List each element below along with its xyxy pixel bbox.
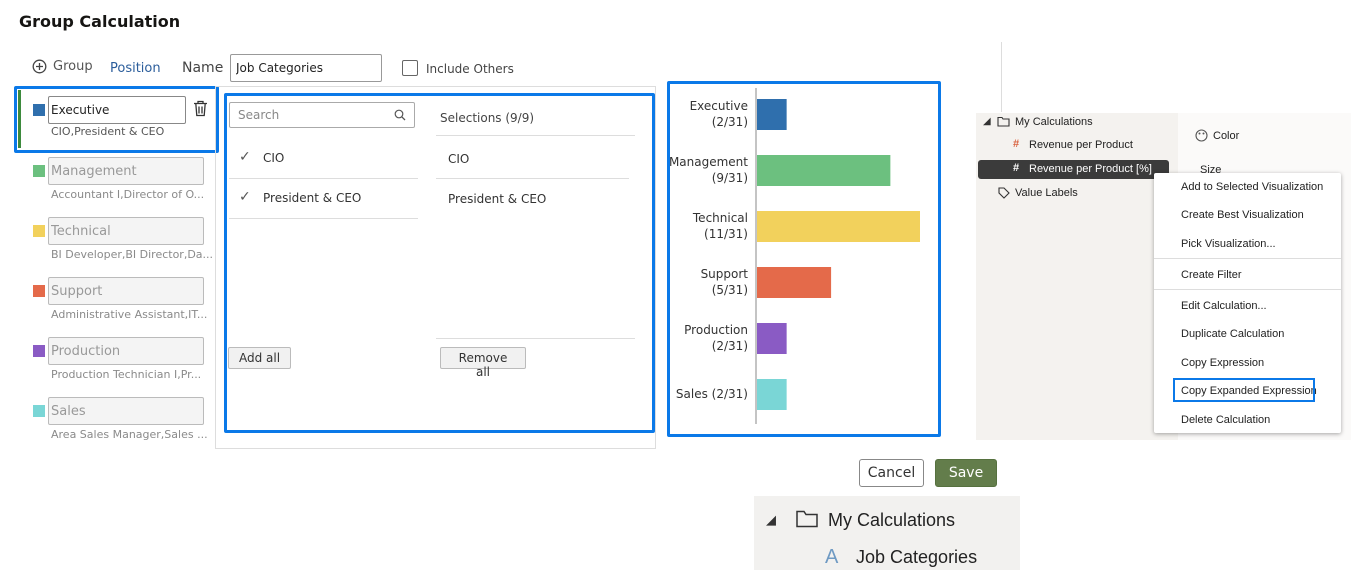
bar-chart: Executive (2/31) Management (9/31) Technical…: [670, 88, 920, 424]
category-label: (11/31): [704, 227, 748, 241]
divider: [436, 338, 635, 339]
option-label: President & CEO: [263, 191, 362, 205]
add-group-label: Group: [53, 59, 93, 74]
group-name-field[interactable]: [48, 157, 204, 185]
option-president-ceo[interactable]: ✓ President & CEO: [229, 179, 418, 219]
menu-item-highlight: [1173, 378, 1315, 402]
option-cio[interactable]: ✓ CIO: [229, 139, 418, 179]
selection-item[interactable]: President & CEO: [448, 192, 546, 206]
search-input[interactable]: Search: [229, 102, 415, 128]
group-name-field[interactable]: [48, 217, 204, 245]
category-label: (9/31): [712, 171, 748, 185]
name-label: Name: [182, 60, 224, 76]
group-color-swatch: [33, 285, 45, 297]
menu-item-delete[interactable]: Delete Calculation: [1181, 414, 1270, 426]
option-label: CIO: [263, 151, 285, 165]
attribute-icon: A: [825, 546, 839, 568]
save-button[interactable]: Save: [935, 459, 997, 487]
tree-item-revenue-per-product[interactable]: Revenue per Product: [1029, 139, 1133, 151]
search-icon: [394, 109, 406, 121]
menu-item-pick-viz[interactable]: Pick Visualization...: [1181, 238, 1276, 250]
group-members: CIO,President & CEO: [51, 125, 165, 138]
divider: [436, 178, 629, 179]
checkmark-icon: ✓: [239, 189, 251, 205]
remove-all-button[interactable]: Remove all: [440, 347, 526, 379]
dialog-title: Group Calculation: [19, 12, 181, 31]
group-color-swatch: [33, 345, 45, 357]
menu-item-edit-calculation[interactable]: Edit Calculation...: [1181, 300, 1267, 312]
category-label: Executive: [690, 99, 748, 113]
bar-5: [757, 379, 787, 410]
tree-item-revenue-per-product-pct[interactable]: Revenue per Product [%]: [1029, 163, 1152, 175]
group-members: Area Sales Manager,Sales ...: [51, 428, 208, 441]
folder-icon: [796, 510, 818, 528]
category-label: Management: [670, 155, 748, 169]
checkmark-icon: ✓: [239, 149, 251, 165]
group-name-field[interactable]: [48, 277, 204, 305]
category-label: (2/31): [712, 339, 748, 353]
selections-header: Selections (9/9): [440, 111, 535, 125]
collapse-triangle-icon[interactable]: ◢: [983, 116, 991, 127]
group-color-swatch: [33, 405, 45, 417]
group-members: BI Developer,BI Director,Da...: [51, 248, 214, 261]
category-label: (2/31): [712, 115, 748, 129]
group-name-field[interactable]: [48, 337, 204, 365]
group-name-field[interactable]: [48, 96, 186, 124]
menu-item-copy-expression[interactable]: Copy Expression: [1181, 357, 1264, 369]
bar-3: [757, 267, 832, 298]
group-preview-chart: Executive (2/31) Management (9/31) Technical…: [667, 81, 941, 437]
cancel-button[interactable]: Cancel: [859, 459, 924, 487]
group-color-swatch: [33, 165, 45, 177]
menu-item-add-to-selected[interactable]: Add to Selected Visualization: [1181, 181, 1323, 193]
menu-item-create-best-viz[interactable]: Create Best Visualization: [1181, 209, 1304, 221]
category-label: Production: [684, 323, 748, 337]
trash-icon[interactable]: [193, 100, 208, 121]
search-placeholder: Search: [238, 108, 280, 122]
category-label: Support: [701, 267, 749, 281]
tree-folder-my-calculations[interactable]: My Calculations: [1015, 116, 1093, 128]
bar-0: [757, 99, 787, 130]
category-label: Technical: [692, 211, 748, 225]
group-members: Administrative Assistant,IT...: [51, 308, 208, 321]
position-button[interactable]: Position: [110, 61, 161, 76]
group-color-swatch: [33, 104, 45, 116]
hash-icon: #: [1013, 138, 1020, 150]
menu-item-duplicate[interactable]: Duplicate Calculation: [1181, 328, 1284, 340]
selection-item[interactable]: CIO: [448, 152, 469, 166]
tree-folder-my-calculations[interactable]: My Calculations: [828, 510, 955, 531]
add-group-button[interactable]: Group: [32, 59, 93, 74]
bar-2: [757, 211, 920, 242]
group-members: Accountant I,Director of O...: [51, 188, 205, 201]
tree-item-value-labels[interactable]: Value Labels: [1015, 187, 1078, 199]
name-input[interactable]: [230, 54, 382, 82]
group-members: Production Technician I,Pr...: [51, 368, 202, 381]
category-label: Sales (2/31): [676, 387, 748, 401]
category-label: (5/31): [712, 283, 748, 297]
plus-circle-icon: [32, 59, 47, 74]
collapse-triangle-icon[interactable]: ◢: [766, 512, 776, 528]
group-name-field[interactable]: [48, 397, 204, 425]
add-all-button[interactable]: Add all: [228, 347, 292, 369]
divider: [1001, 42, 1002, 112]
hash-icon: #: [1013, 162, 1020, 174]
menu-separator: [1154, 258, 1341, 259]
bar-1: [757, 155, 891, 186]
tree-item-job-categories[interactable]: Job Categories: [856, 547, 977, 568]
bar-4: [757, 323, 787, 354]
include-others-checkbox[interactable]: [402, 60, 418, 76]
palette-icon: [1195, 129, 1208, 142]
group-color-swatch: [33, 225, 45, 237]
menu-item-create-filter[interactable]: Create Filter: [1181, 269, 1242, 281]
include-others-label: Include Others: [426, 62, 514, 76]
tag-icon: [998, 187, 1010, 199]
folder-icon: [997, 116, 1010, 127]
active-group-marker: [18, 90, 21, 148]
color-slot-label[interactable]: Color: [1213, 130, 1239, 142]
menu-separator: [1154, 289, 1341, 290]
divider: [436, 135, 635, 136]
